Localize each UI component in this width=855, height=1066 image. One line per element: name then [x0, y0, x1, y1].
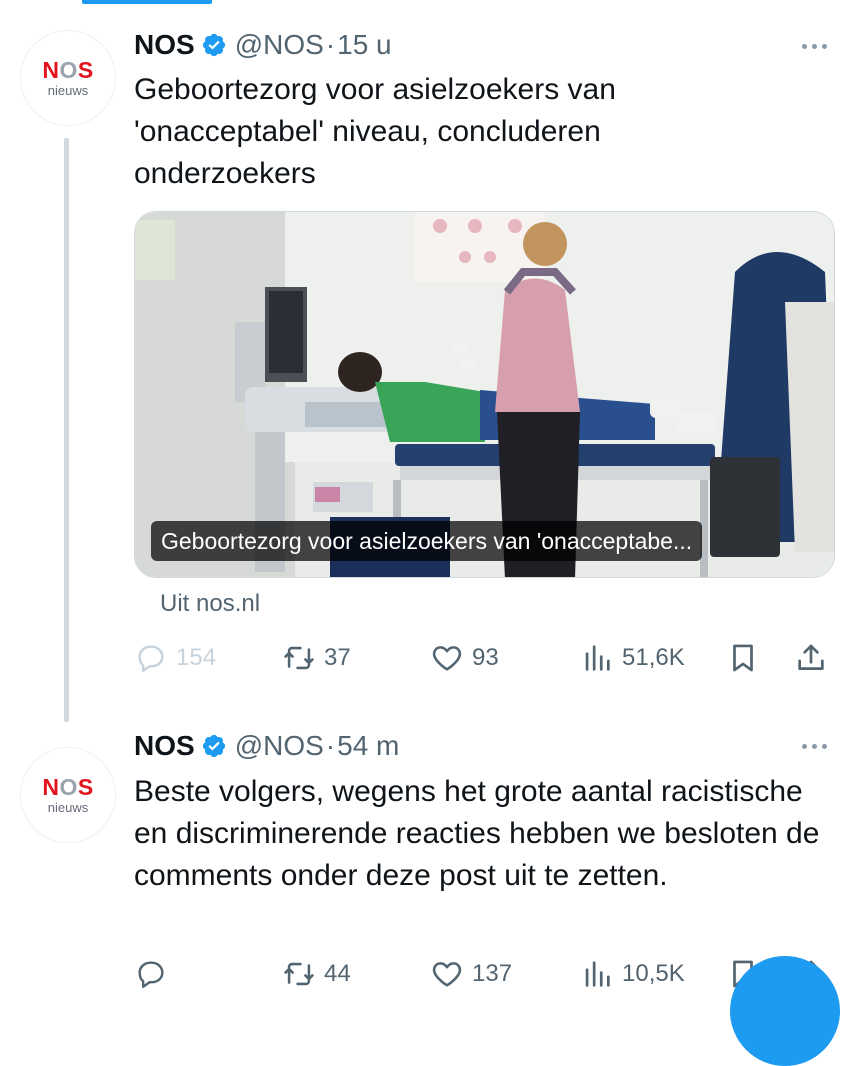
bookmark-icon: [726, 641, 760, 675]
separator-dot: ·: [325, 29, 336, 60]
tweet[interactable]: NOS nieuws NOS @NOS · 15 u Geboortezorg …: [0, 0, 855, 722]
tweet-actions: 44 137 10,5K: [134, 954, 834, 994]
views-button[interactable]: 10,5K: [580, 954, 685, 994]
reply-button[interactable]: 154: [134, 638, 216, 678]
thread-connector-line: [64, 138, 69, 722]
avatar-logo: NOS: [42, 57, 94, 83]
bar-chart-icon: [580, 957, 614, 991]
author-name[interactable]: NOS: [134, 28, 195, 62]
views-button[interactable]: 51,6K: [580, 638, 685, 678]
bar-chart-icon: [580, 641, 614, 675]
more-options-icon[interactable]: [797, 736, 831, 756]
avatar-subtitle: nieuws: [47, 83, 89, 98]
views-count: 51,6K: [622, 644, 685, 671]
heart-icon: [430, 641, 464, 675]
link-preview-card[interactable]: Geboortezorg voor asielzoekers van 'onac…: [134, 211, 835, 578]
more-options-icon[interactable]: [797, 36, 831, 56]
verified-badge-icon: [201, 733, 227, 759]
repost-arrows-icon: [282, 641, 316, 675]
author-handle[interactable]: @NOS: [235, 729, 324, 763]
verified-badge-icon: [201, 32, 227, 58]
bookmark-button[interactable]: [726, 638, 760, 678]
speech-bubble-icon: [134, 957, 168, 991]
like-count: 137: [472, 960, 513, 987]
share-button[interactable]: [794, 638, 828, 678]
repost-count: 44: [324, 960, 351, 987]
avatar[interactable]: NOS nieuws: [20, 30, 116, 126]
preview-caption: Geboortezorg voor asielzoekers van 'onac…: [151, 521, 703, 561]
repost-button[interactable]: 37: [282, 638, 351, 678]
compose-fab-button[interactable]: [730, 956, 840, 1066]
tweet[interactable]: NOS nieuws NOS @NOS · 54 m Beste volgers…: [0, 715, 855, 1000]
tweet-header: NOS @NOS · 54 m: [134, 729, 399, 763]
avatar[interactable]: NOS nieuws: [20, 747, 116, 843]
author-handle[interactable]: @NOS: [235, 28, 324, 62]
repost-button[interactable]: 44: [282, 954, 351, 994]
tweet-header: NOS @NOS · 15 u: [134, 28, 392, 62]
timestamp[interactable]: 54 m: [337, 729, 399, 763]
repost-count: 37: [324, 644, 351, 671]
tweet-actions: 154 37 93 51,6K: [134, 638, 834, 678]
reply-button[interactable]: [134, 954, 176, 994]
tweet-text: Beste volgers, wegens het grote aantal r…: [134, 775, 820, 892]
repost-arrows-icon: [282, 957, 316, 991]
like-button[interactable]: 93: [430, 638, 499, 678]
views-count: 10,5K: [622, 960, 685, 987]
source-link[interactable]: Uit nos.nl: [160, 588, 260, 620]
separator-dot: ·: [325, 730, 336, 761]
timestamp[interactable]: 15 u: [337, 28, 392, 62]
tweet-text: Geboortezorg voor asielzoekers van 'onac…: [134, 73, 616, 190]
reply-count: 154: [176, 644, 217, 671]
speech-bubble-icon: [134, 641, 168, 675]
heart-icon: [430, 957, 464, 991]
like-count: 93: [472, 644, 499, 671]
share-upload-icon: [794, 641, 828, 675]
avatar-subtitle: nieuws: [47, 800, 89, 815]
author-name[interactable]: NOS: [134, 729, 195, 763]
like-button[interactable]: 137: [430, 954, 512, 994]
avatar-logo: NOS: [42, 774, 94, 800]
